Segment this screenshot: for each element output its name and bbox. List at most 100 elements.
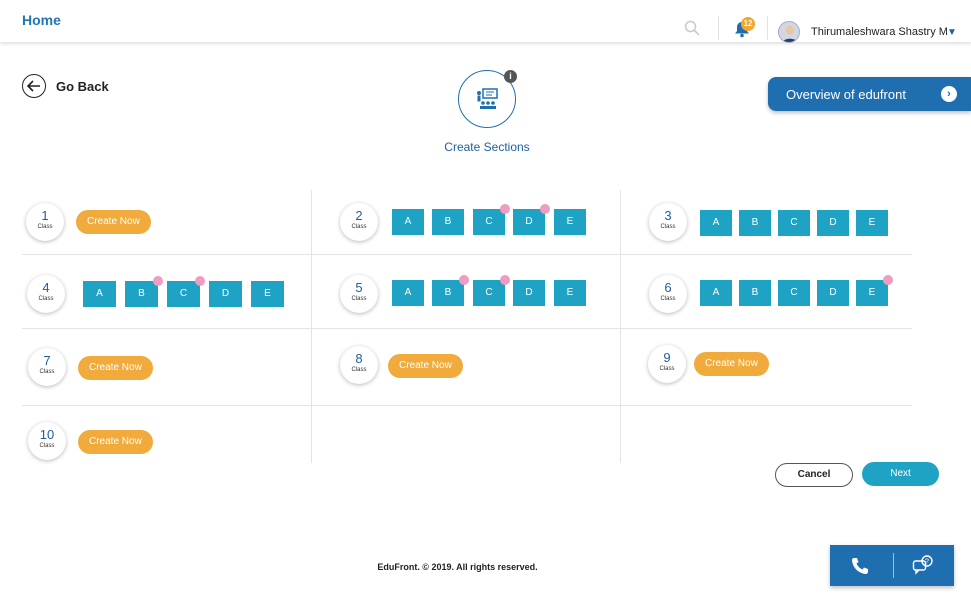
class-number: 1 — [41, 208, 49, 223]
cancel-button[interactable]: Cancel — [775, 463, 853, 487]
class-number: 3 — [664, 208, 672, 223]
class-badge: 3 Class — [649, 203, 687, 241]
avatar[interactable] — [778, 21, 800, 43]
section-d-button[interactable]: D — [817, 210, 849, 236]
section-e-button[interactable]: E — [856, 275, 893, 306]
status-marker — [883, 275, 893, 285]
section-e-button[interactable]: E — [554, 280, 586, 306]
section-e-button[interactable]: E — [856, 210, 888, 236]
section-d-button[interactable]: D — [817, 280, 849, 306]
grid-divider — [22, 254, 912, 255]
status-marker — [459, 275, 469, 285]
class-label: Class — [39, 369, 55, 375]
section-label: C — [485, 216, 493, 227]
class-number: 5 — [355, 280, 363, 295]
go-back-button[interactable]: Go Back — [22, 74, 109, 98]
section-label: B — [138, 288, 145, 299]
class-badge: 1 Class — [26, 203, 64, 241]
header-divider — [767, 16, 768, 40]
header-divider — [718, 16, 719, 40]
class-label: Class — [38, 296, 54, 302]
home-link[interactable]: Home — [22, 12, 61, 28]
section-d-button[interactable]: D — [513, 204, 550, 235]
section-d-button[interactable]: D — [209, 281, 242, 307]
section-label: C — [179, 288, 188, 299]
next-button[interactable]: Next — [862, 462, 939, 486]
section-label: E — [868, 287, 876, 298]
class-label: Class — [39, 443, 55, 449]
class-badge: 7 Class — [28, 348, 66, 386]
class-badge: 4 Class — [27, 275, 65, 313]
class-label: Class — [37, 224, 53, 230]
svg-text:?: ? — [925, 559, 929, 566]
create-now-button[interactable]: Create Now — [388, 354, 463, 378]
section-c-button[interactable]: C — [778, 280, 810, 306]
overview-label: Overview of edufront — [786, 87, 906, 102]
section-b-button[interactable]: B — [432, 209, 464, 235]
create-now-button[interactable]: Create Now — [76, 210, 151, 234]
overview-button[interactable]: Overview of edufront › — [768, 77, 971, 111]
section-c-button[interactable]: C — [473, 275, 510, 306]
caret-down-icon[interactable]: ▼ — [947, 27, 957, 38]
grid-divider — [22, 328, 912, 329]
section-c-button[interactable]: C — [473, 204, 510, 235]
section-b-button[interactable]: B — [125, 276, 163, 307]
status-marker — [195, 276, 205, 286]
section-a-button[interactable]: A — [392, 280, 424, 306]
chat-icon[interactable]: ? — [912, 555, 934, 580]
section-b-button[interactable]: B — [739, 210, 771, 236]
section-a-button[interactable]: A — [700, 280, 732, 306]
chevron-right-icon: › — [941, 86, 957, 102]
section-a-button[interactable]: A — [700, 210, 732, 236]
class-number: 10 — [39, 427, 55, 442]
section-e-button[interactable]: E — [554, 209, 586, 235]
grid-divider — [311, 190, 312, 463]
class-number: 6 — [664, 280, 672, 295]
create-now-button[interactable]: Create Now — [78, 356, 153, 380]
class-label: Class — [351, 367, 367, 373]
section-c-button[interactable]: C — [167, 276, 205, 307]
class-label: Class — [660, 296, 676, 302]
class-badge: 5 Class — [340, 275, 378, 313]
section-label: C — [485, 287, 493, 298]
search-icon[interactable] — [684, 20, 700, 41]
section-b-button[interactable]: B — [739, 280, 771, 306]
section-label: D — [525, 216, 533, 227]
class-number: 7 — [43, 353, 51, 368]
info-icon[interactable]: i — [504, 70, 517, 83]
class-number: 2 — [355, 208, 363, 223]
status-marker — [500, 275, 510, 285]
section-d-button[interactable]: D — [513, 280, 545, 306]
go-back-label: Go Back — [56, 78, 109, 94]
class-badge: 2 Class — [340, 203, 378, 241]
class-label: Class — [351, 296, 367, 302]
class-number: 4 — [42, 280, 50, 295]
status-marker — [500, 204, 510, 214]
class-label: Class — [660, 224, 676, 230]
status-marker — [153, 276, 163, 286]
arrow-left-icon — [22, 74, 46, 98]
grid-divider — [22, 405, 912, 406]
class-number: 8 — [355, 351, 363, 366]
support-widget: ? — [830, 545, 954, 586]
create-now-button[interactable]: Create Now — [78, 430, 153, 454]
section-b-button[interactable]: B — [432, 275, 469, 306]
section-c-button[interactable]: C — [778, 210, 810, 236]
class-badge: 10 Class — [28, 422, 66, 460]
class-badge: 9 Class — [648, 345, 686, 383]
phone-icon[interactable] — [850, 556, 870, 581]
notification-badge: 12 — [741, 17, 755, 31]
footer-copyright: EduFront. © 2019. All rights reserved. — [377, 562, 538, 572]
class-badge: 6 Class — [649, 275, 687, 313]
support-divider — [893, 553, 894, 578]
user-name[interactable]: Thirumaleshwara Shastry M — [811, 26, 948, 38]
section-a-button[interactable]: A — [83, 281, 116, 307]
grid-divider — [620, 190, 621, 463]
create-now-button[interactable]: Create Now — [694, 352, 769, 376]
class-number: 9 — [663, 350, 671, 365]
section-e-button[interactable]: E — [251, 281, 284, 307]
class-label: Class — [659, 366, 675, 372]
status-marker — [540, 204, 550, 214]
section-a-button[interactable]: A — [392, 209, 424, 235]
section-label: B — [444, 287, 452, 298]
